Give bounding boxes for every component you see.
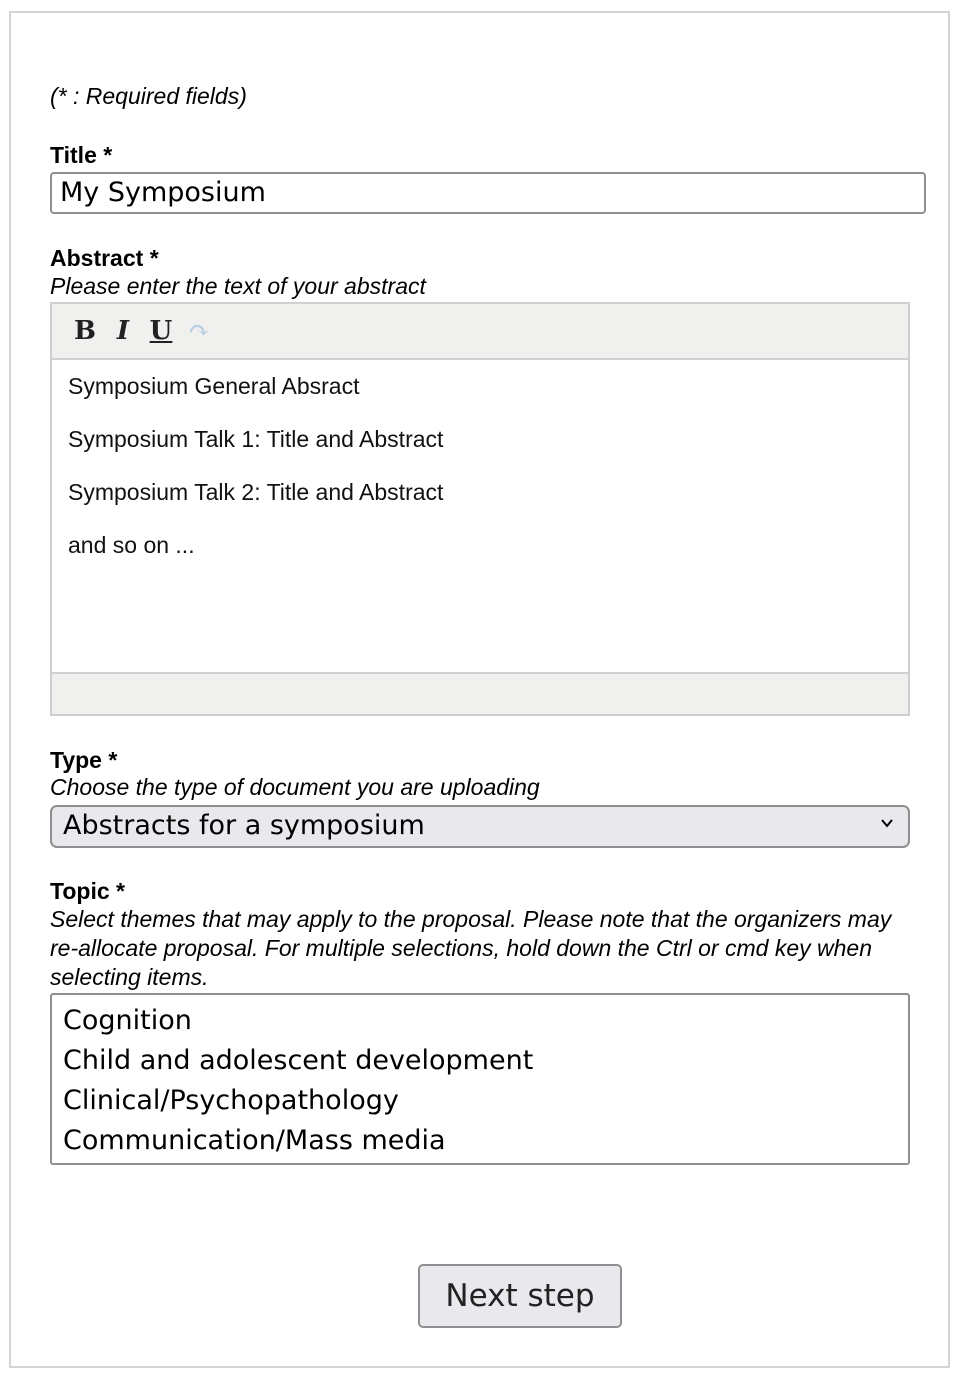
editor-statusbar (52, 672, 908, 714)
topic-option[interactable]: Communication/Mass media (52, 1121, 908, 1161)
abstract-paragraph: Symposium Talk 2: Title and Abstract (68, 479, 444, 505)
abstract-paragraph: Symposium General Absract (68, 373, 360, 399)
topic-listbox[interactable]: Cognition Child and adolescent developme… (50, 993, 910, 1165)
title-label: Title * (50, 142, 113, 168)
type-help-text: Choose the type of document you are uplo… (50, 774, 540, 800)
topic-option[interactable]: Child and adolescent development (52, 1041, 908, 1081)
bold-button[interactable]: B (66, 311, 104, 351)
abstract-editor: B I U ↷ Symposium General Absract Sympos… (50, 302, 910, 716)
editor-toolbar: B I U ↷ (52, 304, 908, 360)
topic-option[interactable]: Clinical/Psychopathology (52, 1081, 908, 1121)
next-step-button[interactable]: Next step (418, 1264, 622, 1328)
topic-label: Topic * (50, 878, 125, 904)
chevron-down-icon (881, 819, 893, 828)
topic-help-text: Select themes that may apply to the prop… (50, 906, 892, 990)
abstract-paragraph: and so on ... (68, 532, 195, 558)
type-select-value: Abstracts for a symposium (63, 810, 425, 841)
italic-button[interactable]: I (104, 311, 142, 351)
abstract-label: Abstract * (50, 245, 159, 271)
redo-icon[interactable]: ↷ (180, 311, 218, 351)
type-select[interactable]: Abstracts for a symposium (50, 805, 910, 848)
required-fields-note: (* : Required fields) (50, 83, 247, 109)
title-input[interactable]: My Symposium (50, 172, 926, 214)
underline-button[interactable]: U (142, 311, 180, 351)
topic-option[interactable]: Cognition (52, 1001, 908, 1041)
abstract-text-area[interactable]: Symposium General Absract Symposium Talk… (52, 360, 908, 672)
abstract-paragraph: Symposium Talk 1: Title and Abstract (68, 426, 444, 452)
type-label: Type * (50, 747, 118, 773)
abstract-help-text: Please enter the text of your abstract (50, 273, 426, 299)
